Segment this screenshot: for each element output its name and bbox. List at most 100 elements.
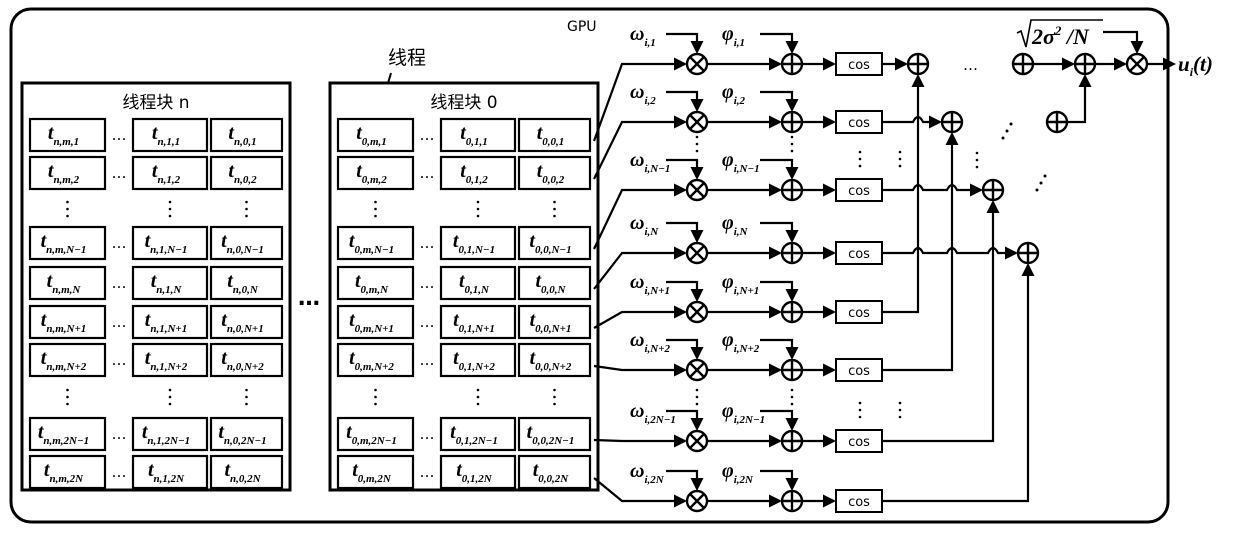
arrowhead [823, 434, 836, 448]
omega-label: ωi,2N−1 [630, 400, 676, 426]
arrowhead [674, 246, 687, 260]
thread-block-title: 线程块 0 [430, 93, 497, 113]
phi-label: φi,N−1 [722, 149, 760, 175]
arrowhead [785, 230, 799, 243]
cell-ellipsis: … [112, 351, 127, 369]
dot [1043, 174, 1047, 178]
dot [476, 207, 480, 211]
thread-row: t0,m,2N t0,1,2N t0,0,2N… [336, 454, 592, 490]
adder-node [780, 429, 804, 453]
arrowhead [823, 305, 836, 319]
subscript: 0,1,N+2 [459, 361, 496, 373]
arrowhead [785, 167, 799, 180]
omega-label: ωi,1 [630, 23, 656, 49]
dot [898, 408, 902, 412]
dot [374, 207, 377, 211]
arrowhead [823, 246, 836, 260]
subscript: 0,0,2N [538, 473, 569, 485]
subscript: n,0,2N−1 [224, 435, 267, 447]
symbol: ω [630, 212, 644, 234]
arrowhead [1114, 57, 1127, 71]
arrowhead [769, 57, 782, 71]
arrowhead [823, 115, 836, 129]
subscript: i,2N [644, 474, 664, 486]
multiplier-node [685, 241, 709, 265]
subscript: 0,0,N [541, 284, 567, 296]
subscript: n,m,N+1 [46, 323, 86, 335]
omega-label: ωi,N [630, 212, 659, 238]
dot [168, 207, 172, 211]
arrowhead [823, 183, 836, 197]
subscript: 0,0,N−1 [535, 244, 572, 256]
chain-ellipsis [790, 135, 794, 153]
arrowhead [769, 363, 782, 377]
cell-ellipsis: … [112, 425, 127, 443]
dot [1035, 188, 1039, 192]
arrowhead [769, 305, 782, 319]
arrowhead [1130, 41, 1144, 54]
dot [476, 388, 480, 392]
subscript: n,m,N+2 [46, 361, 86, 373]
signal-chain-row: ωi,N+1 φi,N+1cos [593, 271, 883, 329]
subscript: n,0,1 [234, 136, 257, 148]
subscript: i,N−1 [734, 163, 760, 175]
subscript: n,m,2N−1 [43, 435, 89, 447]
chain-ellipsis [898, 150, 902, 168]
adder-node [780, 178, 804, 202]
partial-sum-adder [981, 178, 1005, 202]
arrowhead [690, 347, 704, 360]
cell-ellipsis: … [112, 164, 127, 182]
subscript: 0,1,N [465, 284, 491, 296]
arrowhead [690, 99, 704, 112]
cell-ellipsis: … [420, 425, 435, 443]
chain-ellipsis [898, 401, 902, 419]
cos-label: cos [848, 116, 870, 131]
subscript: n,1,2N−1 [147, 435, 190, 447]
cos-to-adder-bus [882, 76, 920, 314]
adder-node [780, 241, 804, 265]
scaling-multiplier [1125, 52, 1149, 76]
subscript: i,N+2 [734, 343, 760, 355]
thread-block-0: 线程块 0t0,m,1 t0,1,1 t0,0,1…t0,m,2 t0,1,2 t0,0… [328, 81, 600, 492]
symbol: φ [722, 460, 734, 482]
subscript: i,N [644, 226, 659, 238]
symbol: φ [722, 212, 734, 234]
subscript: i,N+2 [644, 343, 670, 355]
arrowhead [769, 494, 782, 508]
dot [898, 415, 902, 419]
phi-label: φi,N [722, 212, 749, 238]
symbol: ω [630, 329, 644, 351]
thread-row: tn,m,1 tn,1,1 tn,0,1… [28, 117, 284, 153]
dot [858, 415, 862, 419]
dot [695, 402, 699, 406]
thread-row: t0,m,2N−1 t0,1,2N−1 t0,0,2N−1… [336, 416, 592, 452]
symbol: ω [630, 460, 644, 482]
dot [476, 214, 480, 218]
cos-to-adder-line [882, 183, 981, 192]
subscript: 0,1,N+1 [459, 323, 495, 335]
cos-label: cos [848, 58, 870, 73]
cos-label: cos [848, 306, 870, 321]
between-blocks-ellipsis: … [298, 286, 320, 311]
dot [695, 388, 699, 392]
thread-row: t0,m,1 t0,1,1 t0,0,1… [336, 117, 592, 153]
thread-row: t0,m,N t0,1,N t0,0,N… [336, 265, 592, 301]
cos-to-adder-bus [882, 265, 1030, 503]
cell-ellipsis: … [420, 313, 435, 331]
subscript: n,0,2 [234, 174, 257, 186]
final-partial-adder [1011, 52, 1035, 76]
subscript: 0,0,N+2 [535, 361, 572, 373]
thread-block-title: 线程块 n [122, 93, 189, 113]
dot [695, 142, 699, 146]
adder-node [780, 52, 804, 76]
cell-ellipsis: … [112, 234, 127, 252]
cos-label: cos [848, 247, 870, 262]
partial-sum-adder [940, 110, 964, 134]
scale-factor-label: 2σ2 /N [1016, 19, 1103, 49]
thread-row: tn,m,N+1 tn,1,N+1 tn,0,N+1… [28, 304, 284, 340]
symbol: ω [630, 23, 644, 45]
scale-factor-text: 2σ2 /N [1031, 23, 1090, 49]
phi-label: φi,N+2 [722, 329, 760, 355]
thread-row: tn,m,2N−1 tn,1,2N−1 tn,0,2N−1… [28, 416, 284, 452]
phi-label: φi,N+1 [722, 271, 759, 297]
